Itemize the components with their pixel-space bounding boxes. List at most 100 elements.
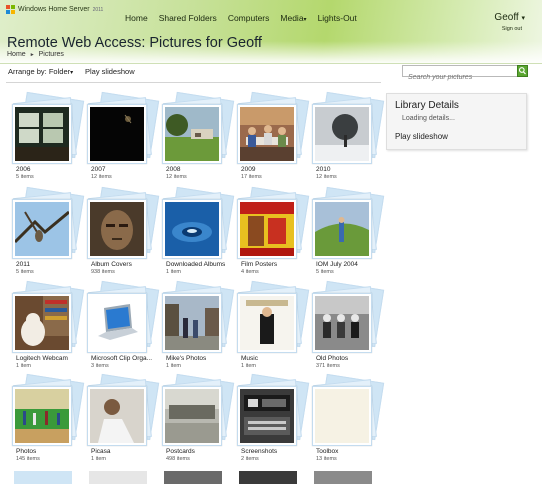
folder-tile[interactable]: 2008 12 items — [160, 91, 235, 188]
breadcrumb-pictures[interactable]: Pictures — [39, 51, 64, 58]
gym-photo — [15, 389, 69, 443]
folder-name: Logitech Webcam — [16, 355, 68, 362]
folder-count: 12 items — [316, 174, 337, 180]
folder-name: Old Photos — [316, 355, 349, 362]
nav-lights-out[interactable]: Lights-Out — [318, 13, 357, 23]
folder-tile[interactable]: IOM July 2004 5 items — [310, 186, 385, 283]
folder-count: 1 item — [241, 363, 256, 369]
top-nav: Home Shared Folders Computers Media▾ Lig… — [125, 13, 368, 23]
folder-count: 12 items — [91, 174, 112, 180]
folder-tile[interactable]: 2006 5 items — [10, 91, 85, 188]
folder-stack — [235, 91, 310, 166]
folder-count: 5 items — [316, 269, 334, 275]
breadcrumb: Home ► Pictures — [7, 51, 64, 58]
folder-name: Mike's Photos — [166, 355, 207, 362]
folder-stack — [85, 91, 160, 166]
folder-count: 498 items — [166, 456, 190, 462]
folder-stack — [10, 373, 85, 448]
signout-link[interactable]: Sign out — [502, 26, 522, 32]
folder-name: 2006 — [16, 166, 31, 173]
folder-name: Photos — [16, 448, 37, 455]
garden-photo — [165, 107, 219, 161]
laptop-photo — [90, 296, 144, 350]
search-input[interactable] — [403, 72, 513, 83]
folder-stack — [235, 186, 310, 261]
folder-name: 2010 — [316, 166, 331, 173]
folder-count: 13 items — [316, 456, 337, 462]
folder-stack — [10, 91, 85, 166]
water-photo — [165, 202, 219, 256]
library-details-title: Library Details — [395, 100, 459, 111]
folder-count: 2 items — [241, 456, 259, 462]
folder-name: Screenshots — [241, 448, 278, 455]
nav-computers[interactable]: Computers — [228, 13, 270, 23]
folder-count: 5 items — [16, 269, 34, 275]
folder-count: 1 item — [166, 269, 181, 275]
folder-tile[interactable]: Music 1 item — [235, 280, 310, 377]
postcard-photo — [165, 389, 219, 443]
blank-photo — [315, 389, 369, 443]
street-photo — [165, 296, 219, 350]
folder-tile[interactable]: Screenshots 2 items — [235, 373, 310, 470]
breadcrumb-arrow-icon: ► — [29, 51, 35, 58]
folder-name: Postcards — [166, 448, 195, 455]
dog-photo — [15, 296, 69, 350]
face-photo — [90, 202, 144, 256]
folder-tile[interactable]: Old Photos 371 items — [310, 280, 385, 377]
folder-stack — [160, 186, 235, 261]
folder-tile[interactable]: Logitech Webcam 1 item — [10, 280, 85, 377]
play-slideshow-link[interactable]: Play slideshow — [395, 132, 448, 141]
folder-count: 1 item — [91, 456, 106, 462]
folder-tile[interactable]: Album Covers 938 items — [85, 186, 160, 283]
folder-stack — [10, 280, 85, 355]
people-photo — [240, 107, 294, 161]
folder-stack — [85, 186, 160, 261]
nav-media[interactable]: Media▾ — [280, 13, 306, 23]
library-details-panel: Library Details Loading details... Play … — [386, 93, 527, 150]
folder-name: Microsoft Clip Orga... — [91, 355, 153, 362]
folder-tile[interactable]: Picasa 1 item — [85, 373, 160, 470]
folder-stack — [235, 373, 310, 448]
folder-tile[interactable]: 2007 12 items — [85, 91, 160, 188]
folder-count: 3 items — [91, 363, 109, 369]
folder-tile[interactable]: 2011 5 items — [10, 186, 85, 283]
folder-name: Album Covers — [91, 261, 132, 268]
folder-count: 1 item — [166, 363, 181, 369]
brand-name: Windows Home Server — [18, 6, 90, 13]
folder-stack — [310, 373, 385, 448]
folder-tile[interactable]: Photos 145 items — [10, 373, 85, 470]
folder-name: Music — [241, 355, 258, 362]
folder-tile[interactable]: Mike's Photos 1 item — [160, 280, 235, 377]
folder-tile[interactable]: Toolbox 13 items — [310, 373, 385, 470]
owl-photo — [15, 202, 69, 256]
nav-shared-folders[interactable]: Shared Folders — [159, 13, 217, 23]
folder-stack — [160, 280, 235, 355]
page-title: Remote Web Access: Pictures for Geoff — [7, 35, 262, 51]
folder-tile[interactable]: 2010 12 items — [310, 91, 385, 188]
folder-tile[interactable]: Film Posters 4 items — [235, 186, 310, 283]
chevron-down-icon: ▾ — [303, 17, 307, 23]
snow-tree-photo — [315, 107, 369, 161]
folder-tile[interactable]: 2009 17 items — [235, 91, 310, 188]
folder-stack — [160, 373, 235, 448]
folder-tile[interactable]: Microsoft Clip Orga... 3 items — [85, 280, 160, 377]
poster-photo — [240, 202, 294, 256]
brand-logo[interactable]: Windows Home Server 2011 — [6, 5, 103, 14]
folder-tile[interactable]: Downloaded Albums 1 item — [160, 186, 235, 283]
hill-photo — [315, 202, 369, 256]
search-button[interactable] — [517, 65, 528, 77]
folder-name: 2007 — [91, 166, 106, 173]
folder-name: Picasa — [91, 448, 111, 455]
loading-details-text: Loading details... — [402, 115, 455, 122]
breadcrumb-home[interactable]: Home — [7, 51, 26, 58]
dark-photo — [90, 107, 144, 161]
folder-stack — [235, 280, 310, 355]
user-menu[interactable]: Geoff ▾ — [494, 12, 525, 23]
folder-tile[interactable]: Postcards 498 items — [160, 373, 235, 470]
folder-stack — [85, 373, 160, 448]
album-photo — [240, 296, 294, 350]
chevron-down-icon: ▾ — [521, 15, 525, 22]
screen-photo — [240, 389, 294, 443]
folder-name: 2008 — [166, 166, 181, 173]
nav-home[interactable]: Home — [125, 13, 148, 23]
